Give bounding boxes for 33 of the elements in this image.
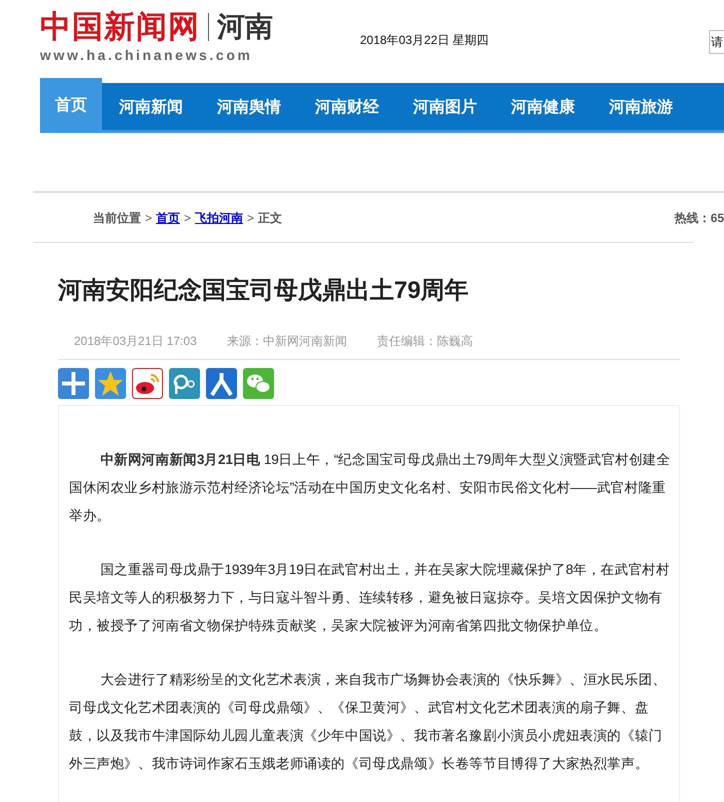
article-paragraph: 国之重器司母戊鼎于1939年3月19日在武官村出土，并在吴家大院埋藏保护了8年，在武官村村民吴培文等人的积极努力下，与日寇斗智斗勇、连续转移，避免被日寇掠夺。吴培文因保护文物有功，被授予了河南省文物保护特殊贡献奖，吴家大院被评为河南省第四批文物保护单位。: [69, 560, 671, 635]
site-url: www.ha.chinanews.com: [40, 46, 254, 64]
nav-tab[interactable]: 河南舆情: [200, 83, 298, 130]
article-paragraph: 大会进行了精彩纷呈的文化艺术表演，来自我市广场舞协会表演的《快乐舞》、洹水民乐团、司母戊文化艺术团表演的《司母戊鼎颂》、《保卫黄河》、武官村文化艺术团表演的扇子舞、盘鼓，以及我市牛津国际幼儿园儿童表演《少年中国说》、我市著名豫剧小演员小虎妞表演的《辕门外三声炮》、我市诗词作家石玉娥老师诵读的《司母戊鼎颂》长卷等节目博得了大家热烈掌声。: [69, 670, 668, 773]
article-title: 河南安阳纪念国宝司母戊鼎出土79周年: [58, 277, 470, 306]
logo-region[interactable]: 河南: [217, 8, 273, 46]
swirl-icon[interactable]: [132, 368, 163, 399]
breadcrumb-label: 当前位置: [93, 210, 141, 226]
breadcrumb-link[interactable]: 飞拍河南: [195, 208, 244, 226]
chat-bubble-icon[interactable]: [243, 368, 274, 399]
current-date: 2018年03月22日 星期四: [360, 32, 489, 49]
breadcrumb-separator: >: [184, 210, 192, 226]
search-field[interactable]: 请: [709, 30, 724, 54]
nav-tab[interactable]: 首页: [40, 78, 102, 130]
hotline-text: 热线：65: [674, 210, 724, 226]
publish-date: 2018年03月21日 17:03: [74, 332, 197, 350]
logo-text[interactable]: 中国新闻网: [40, 8, 200, 46]
star-icon[interactable]: [95, 368, 126, 399]
plus-icon[interactable]: [58, 368, 89, 399]
nav-tab[interactable]: 河南健康: [494, 83, 592, 130]
nav-tab[interactable]: 河南旅游: [592, 83, 690, 130]
nav-tab[interactable]: 河南图片: [396, 83, 494, 130]
nav-tab[interactable]: 河南新闻: [102, 83, 200, 130]
breadcrumb-link[interactable]: 首页: [156, 208, 180, 226]
breadcrumb-separator: >: [247, 210, 254, 226]
nav-tab[interactable]: 河南财经: [298, 83, 396, 130]
article-paragraph: 中新网河南新闻3月21日电 19日上午，“纪念国宝司母戊鼎出土79周年大型义演暨武官村创建全国休闲农业乡村旅游示范村经济论坛”活动在中国历史文化名村、安阳市民俗文化村——武官村隆重举办。: [69, 450, 672, 525]
article-editor: 责任编辑：陈巍高: [376, 332, 473, 350]
article-source: 来源：中新网河南新闻: [226, 332, 347, 350]
ring-icon[interactable]: [169, 368, 200, 399]
breadcrumb-current: 正文: [258, 210, 282, 226]
breadcrumb-separator: >: [145, 210, 152, 226]
figure-icon[interactable]: [206, 368, 237, 399]
